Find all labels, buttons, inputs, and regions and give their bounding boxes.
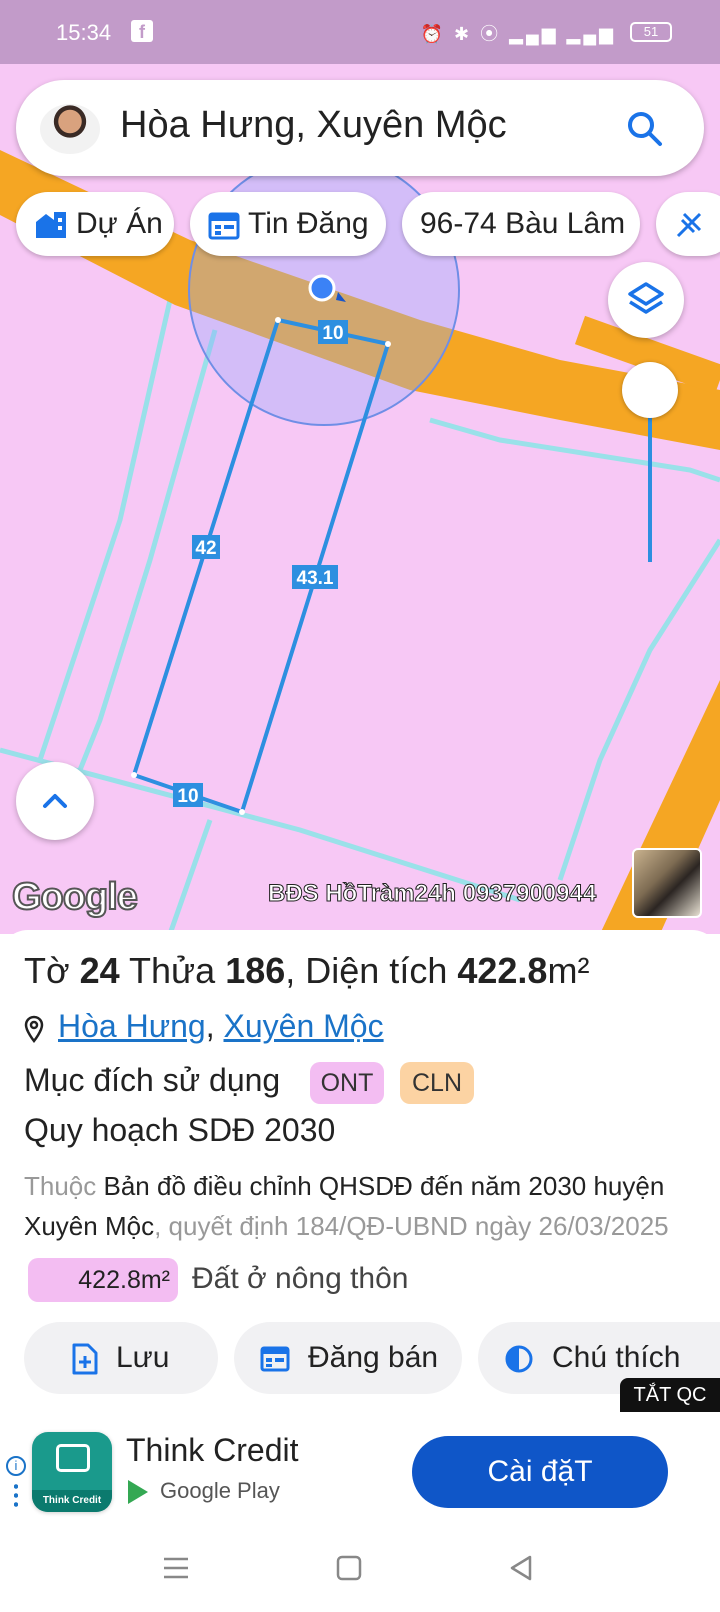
facebook-icon: f (131, 20, 153, 42)
chip-label: Tin Đăng (248, 207, 369, 240)
plan-description: Thuộc Bản đồ điều chỉnh QHSDĐ đến năm 20… (24, 1171, 669, 1241)
contrast-icon (505, 1345, 533, 1373)
chip-label: 96-74 Bàu Lâm (420, 207, 626, 240)
save-button[interactable]: Lưu (24, 1322, 218, 1394)
store-name: Google Play (128, 1478, 280, 1505)
chip-du-an[interactable]: Dự Án (16, 192, 174, 256)
zoom-slider-handle[interactable] (622, 362, 678, 418)
battery-icon: 51 (630, 22, 672, 42)
zoom-track (648, 410, 652, 562)
chevron-up-icon (43, 794, 67, 808)
google-logo: Google (11, 875, 139, 919)
lot-number: 186 (225, 950, 286, 991)
purpose-label: Mục đích sử dụng (24, 1062, 281, 1098)
hide-ad-button[interactable]: TẮT QC (620, 1378, 720, 1412)
land-use-badge-cln[interactable]: CLN (400, 1062, 474, 1104)
ruler-icon (676, 213, 702, 238)
layers-button[interactable] (608, 262, 684, 338)
edge-label-left: 42 (195, 538, 216, 559)
district-link[interactable]: Xuyên Mộc (224, 1008, 384, 1044)
expand-panel-button[interactable] (16, 762, 94, 840)
edge-label-top: 10 (322, 323, 343, 344)
sheet-number: 24 (79, 950, 120, 991)
parcel-summary: Tờ 24 Thửa 186, Diện tích 422.8m² (24, 950, 590, 991)
zone-area-badge: 422.8m² (28, 1258, 178, 1302)
parcel-info-panel: Tờ 24 Thửa 186, Diện tích 422.8m² Hòa Hư… (0, 930, 720, 1400)
plot-border (167, 819, 213, 934)
back-icon[interactable] (508, 1554, 534, 1582)
app-icon-label: Think Credit (32, 1490, 112, 1512)
chip-tin-dang[interactable]: Tin Đăng (190, 192, 386, 256)
edge-label-right: 43.1 (297, 568, 334, 589)
search-query[interactable]: Hòa Hưng, Xuyên Mộc (120, 104, 507, 147)
calendar-icon (260, 1346, 290, 1372)
ad-title[interactable]: Think Credit (126, 1432, 299, 1469)
wallet-icon (56, 1444, 90, 1472)
home-icon[interactable] (336, 1554, 362, 1582)
chip-label: Dự Án (76, 207, 163, 240)
building-icon (36, 212, 66, 239)
ward-link[interactable]: Hòa Hưng (58, 1008, 206, 1044)
watermark: BĐS HồTràm24h 0937900944 (267, 880, 597, 908)
zone-name: Đất ở nông thôn (192, 1262, 409, 1295)
chip-location[interactable]: 96-74 Bàu Lâm (402, 192, 640, 256)
install-button[interactable]: Cài đặT (412, 1436, 668, 1508)
my-location-dot (308, 274, 336, 302)
ad-menu-icon[interactable] (14, 1482, 18, 1510)
system-nav-bar (0, 1532, 720, 1612)
status-icons: ⏰ ✱ ⦿ ▂▄▆ ▂▄▆ (420, 24, 616, 44)
ad-banner[interactable]: i Think Credit Think Credit Google Play … (0, 1412, 720, 1532)
clock: 15:34 (56, 20, 112, 45)
search-bar[interactable]: Hòa Hưng, Xuyên Mộc (16, 80, 704, 176)
plan-title: Quy hoạch SDĐ 2030 (24, 1112, 336, 1148)
post-sale-button[interactable]: Đăng bán (234, 1322, 462, 1394)
street-view-thumbnail[interactable] (632, 848, 702, 918)
app-icon[interactable]: Think Credit (32, 1432, 112, 1512)
google-play-icon (128, 1480, 148, 1505)
calendar-icon (208, 212, 240, 240)
parcel-area: 422.8 (457, 950, 548, 991)
status-bar: 15:34 f ⏰ ✱ ⦿ ▂▄▆ ▂▄▆ 51 (0, 0, 720, 64)
location-pin-icon (24, 1015, 44, 1043)
search-icon[interactable] (626, 110, 664, 148)
post-sale-label: Đăng bán (308, 1341, 439, 1374)
legend-label: Chú thích (552, 1341, 681, 1374)
ad-info-icon[interactable]: i (6, 1456, 26, 1476)
add-file-icon (72, 1343, 98, 1375)
land-use-badge-ont[interactable]: ONT (310, 1062, 384, 1104)
chip-more[interactable] (656, 192, 720, 256)
menu-icon[interactable] (162, 1554, 190, 1582)
parcel-location: Hòa Hưng, Xuyên Mộc (24, 1008, 384, 1045)
plot-border (37, 299, 173, 761)
avatar[interactable] (40, 104, 100, 154)
edge-label-bottom: 10 (177, 786, 198, 807)
layers-icon (628, 282, 664, 314)
save-label: Lưu (116, 1341, 170, 1374)
